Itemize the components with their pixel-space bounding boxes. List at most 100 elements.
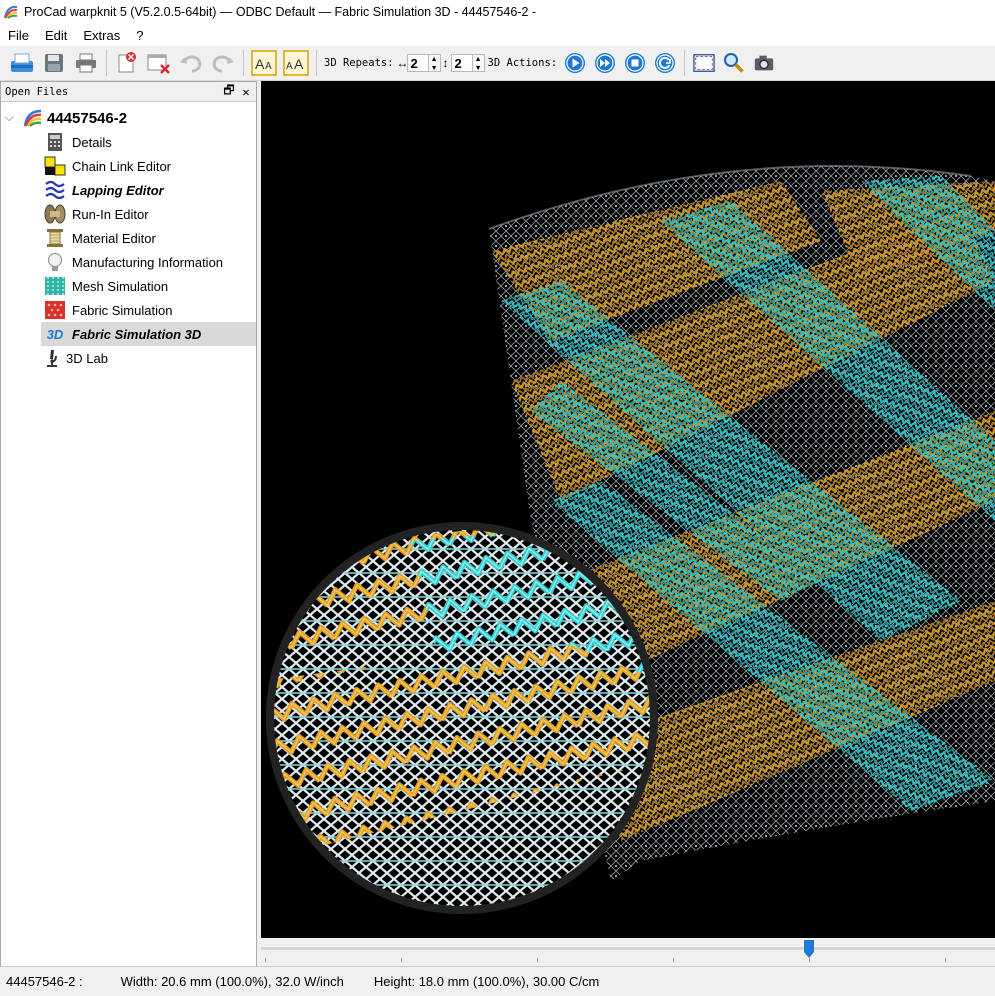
toolbar-separator	[106, 50, 107, 76]
tree-item-label: Mesh Simulation	[72, 278, 169, 294]
slider-tick	[537, 958, 538, 962]
stepper-up-icon[interactable]: ▲	[473, 55, 484, 64]
tree-item-mesh-simulation[interactable]: Mesh Simulation	[1, 274, 256, 298]
tree-item-lapping-editor[interactable]: Lapping Editor	[1, 178, 256, 202]
slider-tick	[945, 958, 946, 962]
open-icon	[11, 53, 33, 72]
vertical-arrows-icon: ↕	[442, 56, 449, 70]
tree-item-run-in-editor[interactable]: Run-In Editor	[1, 202, 256, 226]
status-bar: 44457546-2 : Width: 20.6 mm (100.0%), 32…	[0, 966, 995, 996]
panel-title: Open Files	[5, 85, 69, 98]
fabric-3d-render	[266, 165, 995, 914]
svg-text:A: A	[294, 56, 304, 72]
slider-tick	[401, 958, 402, 962]
tree-item-manufacturing-information[interactable]: Manufacturing Information	[1, 250, 256, 274]
status-width: Width: 20.6 mm (100.0%), 32.0 W/inch	[120, 974, 344, 989]
font-smaller-icon: A A	[283, 50, 309, 76]
procad-logo-icon	[4, 5, 18, 19]
panel-header: Open Files 🗗 ✕	[1, 82, 256, 102]
tree-item-3d-lab[interactable]: 3D Lab	[1, 346, 256, 370]
tree-item-chain-link-editor[interactable]: Chain Link Editor	[1, 154, 256, 178]
menu-edit[interactable]: Edit	[37, 28, 75, 43]
tree-item-label: Material Editor	[72, 230, 156, 246]
close-file-icon	[147, 54, 170, 74]
play-icon[interactable]	[564, 52, 586, 74]
repeat-vertical-value[interactable]: 2	[450, 54, 473, 72]
tree-item-label: Details	[72, 134, 112, 150]
tree-item-fabric-simulation[interactable]: Fabric Simulation	[1, 298, 256, 322]
redo-button[interactable]	[209, 49, 237, 77]
svg-text:A: A	[255, 56, 265, 72]
beam-icon	[44, 204, 66, 224]
tree-item-label: Run-In Editor	[72, 206, 149, 222]
tree-item-label: Lapping Editor	[72, 182, 164, 198]
svg-text:A: A	[265, 61, 272, 72]
slider-track[interactable]	[261, 947, 995, 950]
zoom-icon[interactable]	[723, 52, 745, 74]
title-bar: ProCad warpknit 5 (V5.2.0.5-64bit) — ODB…	[0, 0, 995, 25]
tree-item-details[interactable]: Details	[1, 130, 256, 154]
repeat-vertical-stepper[interactable]: ↕ 2 ▲ ▼	[441, 53, 485, 73]
tree-item-label: Chain Link Editor	[72, 158, 171, 174]
menu-help[interactable]: ?	[128, 28, 151, 43]
font-larger-icon: A A	[251, 50, 277, 76]
lapping-icon	[45, 180, 65, 200]
stepper-down-icon[interactable]: ▼	[429, 64, 440, 73]
camera-icon[interactable]	[753, 52, 775, 74]
slider-tick	[265, 958, 266, 962]
save-button[interactable]	[40, 49, 68, 77]
lightbulb-icon	[48, 253, 62, 271]
repeat-horizontal-value[interactable]: 2	[406, 54, 429, 72]
tree-item-material-editor[interactable]: Material Editor	[1, 226, 256, 250]
undo-icon	[180, 55, 202, 73]
toolbar: A A A A 3D Repeats: ↔ 2 ▲ ▼ ↕ 2 ▲ ▼ 3D Act…	[0, 46, 995, 81]
slider-thumb[interactable]	[804, 940, 814, 958]
menu-file[interactable]: File	[0, 28, 37, 43]
calculator-icon	[48, 133, 62, 151]
open-button[interactable]	[8, 49, 36, 77]
fabric-3d-viewport[interactable]	[261, 81, 995, 938]
animation-slider[interactable]	[261, 938, 995, 966]
slider-tick	[673, 958, 674, 962]
restore-icon[interactable]: 🗗	[222, 81, 236, 102]
close-icon[interactable]: ✕	[239, 85, 253, 99]
file-name: 44457546-2	[47, 109, 128, 127]
print-icon	[76, 53, 96, 73]
repeat-horizontal-stepper[interactable]: ↔ 2 ▲ ▼	[397, 53, 441, 73]
stop-icon[interactable]	[624, 52, 646, 74]
fast-forward-icon[interactable]	[594, 52, 616, 74]
fullscreen-icon[interactable]	[693, 52, 715, 74]
delete-file-button[interactable]	[113, 49, 141, 77]
procad-file-icon	[23, 109, 42, 127]
reset-icon[interactable]	[654, 52, 676, 74]
fabric-3d-icon: 3D	[46, 326, 64, 342]
spool-icon	[47, 229, 63, 247]
redo-icon	[212, 55, 234, 73]
repeats-label: 3D Repeats:	[324, 57, 394, 69]
fabric-icon	[45, 301, 65, 319]
open-files-panel: Open Files 🗗 ✕ ⌵ 44457546-2 Details Chai…	[0, 81, 257, 967]
horizontal-arrows-icon: ↔	[396, 56, 409, 70]
microscope-icon	[47, 350, 57, 367]
chevron-down-icon[interactable]: ⌵	[5, 112, 17, 125]
chain-link-icon	[44, 156, 66, 176]
font-smaller-button[interactable]: A A	[282, 49, 310, 77]
stepper-up-icon[interactable]: ▲	[429, 55, 440, 64]
menu-extras[interactable]: Extras	[75, 28, 128, 43]
tree-item-label: Fabric Simulation	[72, 302, 173, 318]
close-file-button[interactable]	[145, 49, 173, 77]
font-larger-button[interactable]: A A	[250, 49, 278, 77]
print-button[interactable]	[72, 49, 100, 77]
tree-root-file[interactable]: ⌵ 44457546-2	[1, 106, 256, 130]
tree-item-label: 3D Lab	[66, 350, 108, 366]
status-height: Height: 18.0 mm (100.0%), 30.00 C/cm	[373, 974, 600, 989]
stepper-arrows[interactable]: ▲ ▼	[472, 54, 485, 73]
toolbar-separator	[243, 50, 244, 76]
stepper-down-icon[interactable]: ▼	[473, 64, 484, 73]
stepper-arrows[interactable]: ▲ ▼	[428, 54, 441, 73]
status-file: 44457546-2 :	[6, 974, 83, 989]
tree-item-label: Fabric Simulation 3D	[72, 326, 202, 342]
tree-item-fabric-simulation-3d[interactable]: 3D Fabric Simulation 3D	[41, 322, 256, 346]
window-title: ProCad warpknit 5 (V5.2.0.5-64bit) — ODB…	[24, 5, 537, 19]
undo-button[interactable]	[177, 49, 205, 77]
